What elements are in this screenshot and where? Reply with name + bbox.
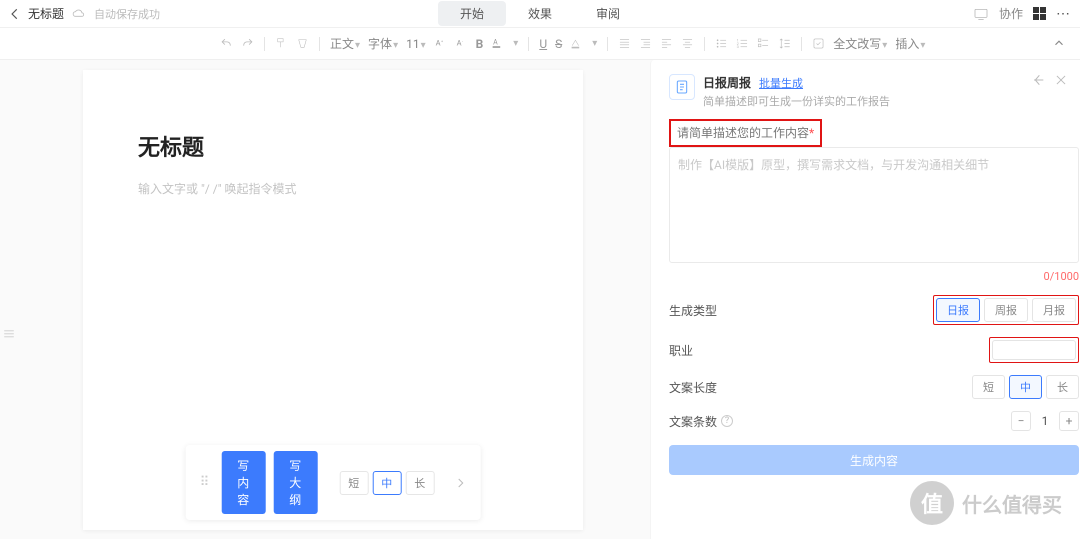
count-value: 1 (1031, 414, 1059, 428)
help-icon[interactable]: ? (721, 415, 733, 427)
length-short[interactable]: 短 (339, 471, 368, 495)
line-spacing-icon[interactable] (778, 37, 791, 50)
document-area: 无标题 输入文字或 "/ /" 唤起指令模式 ⠿ 写内容 写大纲 短 中 长 (18, 60, 583, 539)
desc-textarea[interactable] (669, 147, 1079, 263)
align-left-icon[interactable] (660, 37, 673, 50)
write-outline-button[interactable]: 写大纲 (273, 451, 317, 514)
list-task-icon[interactable] (757, 37, 770, 50)
watermark: 值 什么值得买 (910, 481, 1062, 525)
panel-back-icon[interactable] (1030, 72, 1046, 88)
length-options: 短 中 长 (339, 471, 434, 495)
next-icon[interactable] (450, 477, 470, 489)
cloud-icon (72, 7, 88, 21)
svg-text:-: - (462, 38, 463, 43)
length-mid[interactable]: 中 (372, 471, 401, 495)
len-mid[interactable]: 中 (1009, 375, 1042, 399)
font-size-decrease-icon[interactable]: A- (455, 37, 468, 50)
clear-format-icon[interactable] (296, 37, 309, 50)
type-week[interactable]: 周报 (984, 298, 1028, 322)
collapse-toolbar-icon[interactable] (1052, 36, 1066, 50)
ai-rewrite-icon[interactable] (812, 37, 825, 50)
highlight-box-type: 日报 周报 月报 (933, 295, 1079, 325)
panel-title: 日报周报 (703, 74, 751, 91)
svg-text:A: A (435, 39, 440, 48)
underline-icon[interactable]: U (539, 37, 547, 51)
len-short[interactable]: 短 (972, 375, 1005, 399)
format-toolbar: 正文▾ 字体▾ 11▾ A+ A- B A▾ U S ▾ 123 全文改写▾ 插… (0, 28, 1080, 60)
panel-close-icon[interactable] (1054, 73, 1068, 87)
tab-review[interactable]: 审阅 (574, 1, 642, 26)
title-bar: 无标题 自动保存成功 开始 效果 审阅 协作 ⋯ (0, 0, 1080, 28)
watermark-text: 什么值得买 (962, 489, 1062, 518)
strikethrough-icon[interactable]: S (555, 37, 562, 51)
list-numbered-icon[interactable]: 123 (736, 37, 749, 50)
doc-heading[interactable]: 无标题 (138, 130, 528, 162)
char-counter: 0/1000 (669, 270, 1079, 283)
tab-start[interactable]: 开始 (438, 1, 506, 26)
font-family-select[interactable]: 字体▾ (368, 35, 398, 52)
count-minus[interactable]: − (1011, 411, 1031, 431)
len-long[interactable]: 长 (1046, 375, 1079, 399)
highlight-box-desc-label: 请简单描述您的工作内容* (669, 119, 822, 147)
format-painter-icon[interactable] (275, 37, 288, 50)
write-content-button[interactable]: 写内容 (221, 451, 265, 514)
length-long[interactable]: 长 (405, 471, 434, 495)
font-size-select[interactable]: 11▾ (406, 37, 426, 51)
highlight-icon[interactable] (570, 37, 583, 50)
generate-button[interactable]: 生成内容 (669, 445, 1079, 475)
svg-text:+: + (441, 38, 443, 43)
apps-grid-icon[interactable] (1033, 7, 1046, 20)
tab-effect[interactable]: 效果 (506, 1, 574, 26)
report-icon (669, 74, 695, 100)
more-icon[interactable]: ⋯ (1056, 6, 1072, 22)
type-day[interactable]: 日报 (936, 298, 980, 322)
job-label: 职业 (669, 342, 693, 359)
indent-decrease-icon[interactable] (618, 37, 631, 50)
insert-select[interactable]: 插入▾ (895, 35, 925, 52)
doc-placeholder: 输入文字或 "/ /" 唤起指令模式 (138, 180, 528, 197)
bold-icon[interactable]: B (476, 37, 484, 51)
undo-icon[interactable] (220, 37, 233, 50)
type-label: 生成类型 (669, 302, 717, 319)
indent-increase-icon[interactable] (639, 37, 652, 50)
align-center-icon[interactable] (681, 37, 694, 50)
list-bullet-icon[interactable] (715, 37, 728, 50)
sidebar-toggle[interactable] (0, 60, 18, 539)
ribbon-tabs: 开始 效果 审阅 (438, 1, 642, 26)
collab-button[interactable]: 协作 (999, 5, 1023, 22)
svg-text:A: A (456, 39, 461, 48)
type-month[interactable]: 月报 (1032, 298, 1076, 322)
page[interactable]: 无标题 输入文字或 "/ /" 唤起指令模式 ⠿ 写内容 写大纲 短 中 长 (83, 70, 583, 530)
ai-panel: 日报周报 批量生成 简单描述即可生成一份详实的工作报告 请简单描述您的工作内容*… (650, 60, 1080, 539)
back-icon[interactable] (8, 7, 28, 21)
text-length-label: 文案长度 (669, 379, 717, 396)
svg-text:3: 3 (737, 44, 739, 49)
svg-text:A: A (493, 38, 498, 47)
autosave-status: 自动保存成功 (94, 6, 160, 22)
font-size-increase-icon[interactable]: A+ (434, 37, 447, 50)
job-input[interactable] (992, 340, 1076, 360)
desc-label: 请简单描述您的工作内容* (677, 120, 814, 146)
floating-action-bar: ⠿ 写内容 写大纲 短 中 长 (186, 445, 481, 520)
doc-title[interactable]: 无标题 (28, 5, 64, 22)
paragraph-style-select[interactable]: 正文▾ (330, 35, 360, 52)
count-plus[interactable]: + (1059, 411, 1079, 431)
full-rewrite-select[interactable]: 全文改写▾ (833, 35, 887, 52)
highlight-box-job (989, 337, 1079, 363)
count-label: 文案条数 ? (669, 413, 733, 430)
redo-icon[interactable] (241, 37, 254, 50)
font-color-icon[interactable]: A (491, 37, 504, 50)
batch-link[interactable]: 批量生成 (759, 75, 803, 91)
panel-subtitle: 简单描述即可生成一份详实的工作报告 (703, 93, 890, 109)
drag-handle-icon[interactable]: ⠿ (196, 478, 214, 488)
device-icon[interactable] (973, 6, 989, 22)
watermark-badge: 值 (910, 481, 954, 525)
